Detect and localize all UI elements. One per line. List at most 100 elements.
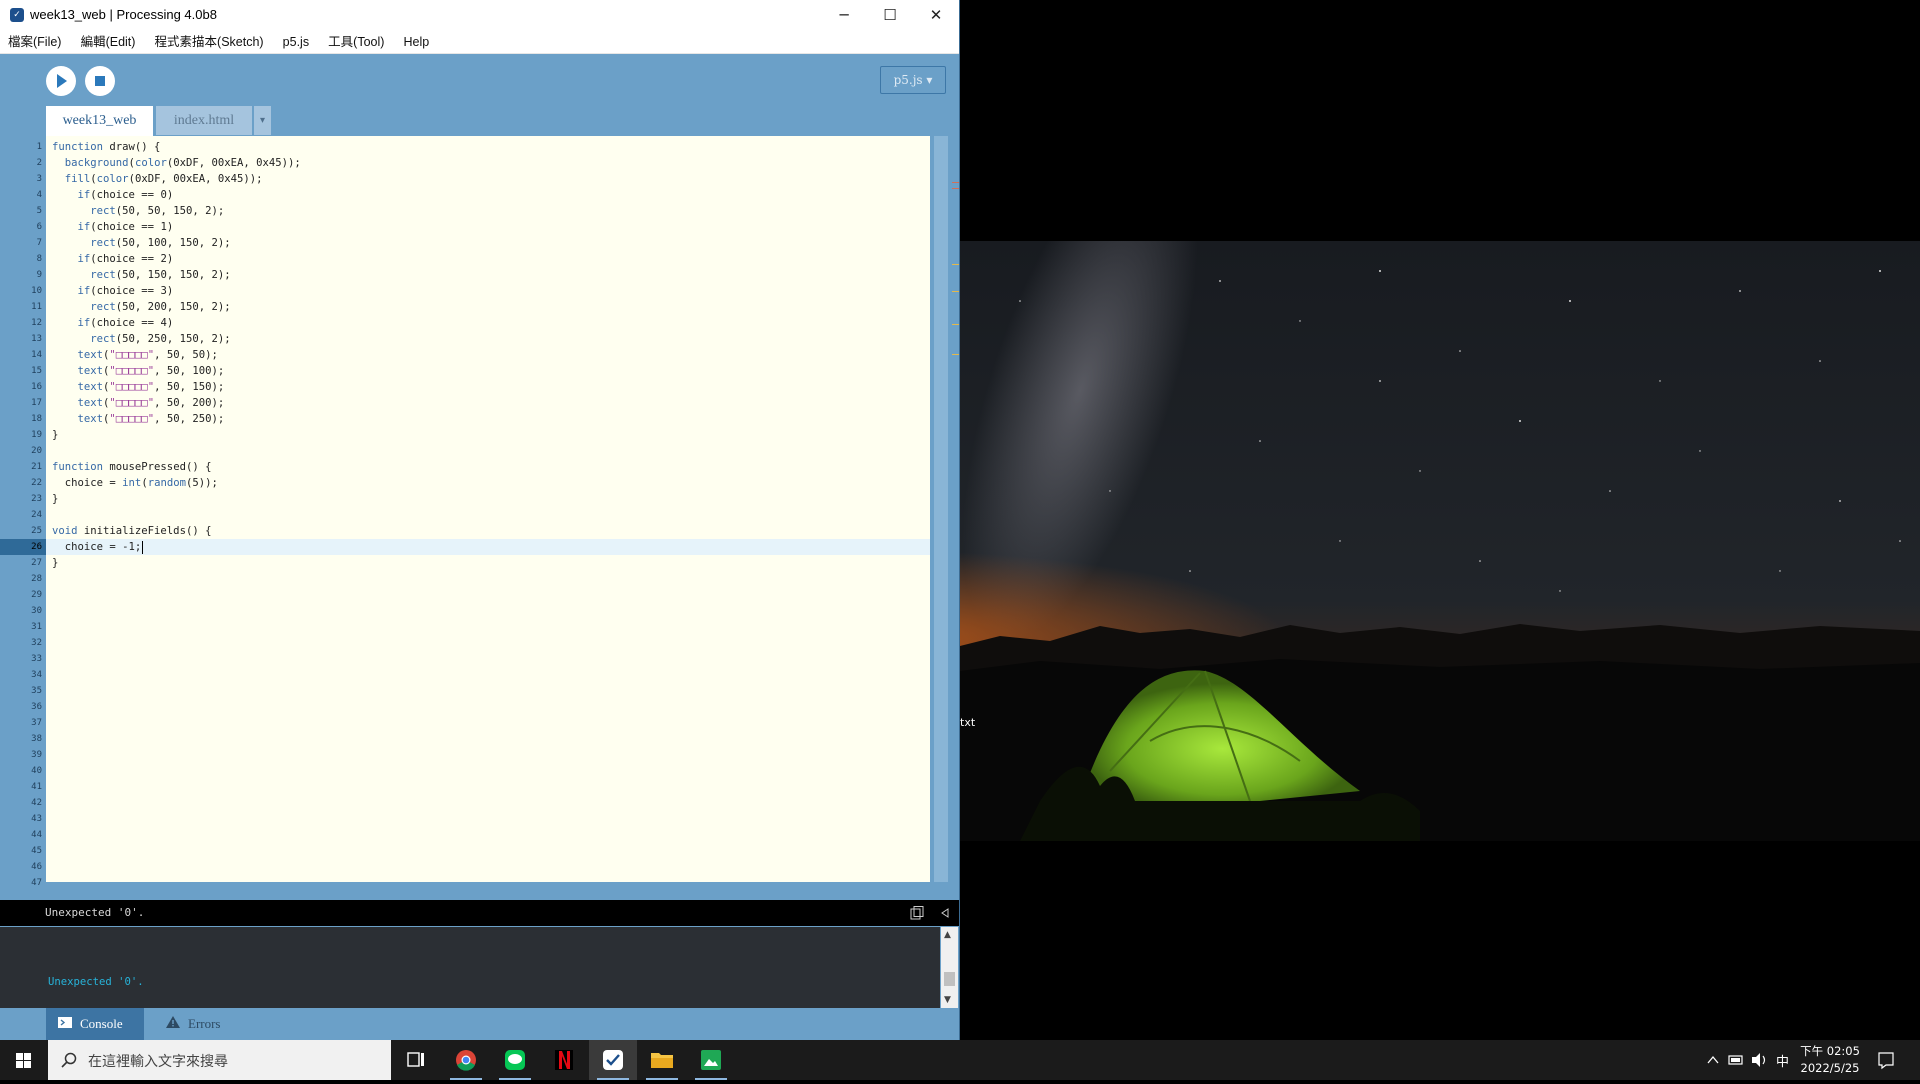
line-number: 36 xyxy=(31,702,42,712)
title-bar: ✓ week13_web | Processing 4.0b8 ─ ☐ ✕ xyxy=(0,0,959,31)
taskbar-clock[interactable]: 下午 02:05 2022/5/25 xyxy=(1795,1043,1865,1077)
taskbar-processing[interactable] xyxy=(589,1040,637,1080)
scroll-down-icon[interactable]: ▼ xyxy=(944,995,951,1005)
line-number: 18 xyxy=(31,414,42,424)
search-icon xyxy=(61,1052,77,1068)
code-line: choice = -1; xyxy=(52,541,142,553)
line-number: 5 xyxy=(36,206,42,216)
code-line: choice = int(random(5)); xyxy=(52,477,218,489)
taskbar-chrome[interactable] xyxy=(442,1040,490,1080)
minimize-button[interactable]: ─ xyxy=(821,0,867,31)
tab-index-html[interactable]: index.html xyxy=(156,106,252,135)
battery-icon[interactable] xyxy=(1727,1040,1745,1080)
photos-icon xyxy=(701,1050,721,1070)
line-number: 25 xyxy=(31,526,42,536)
line-number: 43 xyxy=(31,814,42,824)
taskbar-line[interactable] xyxy=(491,1040,539,1080)
tab-menu-button[interactable]: ▾ xyxy=(254,106,271,135)
line-number: 39 xyxy=(31,750,42,760)
menu-help[interactable]: Help xyxy=(398,31,436,53)
menu-tool[interactable]: 工具(Tool) xyxy=(322,31,390,53)
clock-date: 2022/5/25 xyxy=(1800,1061,1860,1075)
line-number: 47 xyxy=(31,878,42,888)
toolbar: p5.js ▾ xyxy=(0,54,959,106)
editor-scrollbar[interactable] xyxy=(930,136,959,882)
line-number: 35 xyxy=(31,686,42,696)
code-line: if(choice == 2) xyxy=(77,253,174,265)
copy-icon[interactable] xyxy=(910,906,924,920)
notification-center-icon[interactable] xyxy=(1876,1040,1896,1080)
code-line: } xyxy=(52,557,59,569)
code-line: fill(color(0xDF, 00xEA, 0x45)); xyxy=(64,173,263,185)
stop-icon xyxy=(95,76,105,86)
code-line: background(color(0xDF, 00xEA, 0x45)); xyxy=(64,157,301,169)
line-number: 24 xyxy=(31,510,42,520)
ime-indicator[interactable]: 中 xyxy=(1776,1051,1789,1070)
line-number: 11 xyxy=(31,302,42,312)
close-button[interactable]: ✕ xyxy=(913,0,959,31)
show-hidden-icons-icon[interactable] xyxy=(1706,1040,1720,1080)
line-number: 28 xyxy=(31,574,42,584)
line-number: 13 xyxy=(31,334,42,344)
stop-button[interactable] xyxy=(85,66,115,96)
line-number: 22 xyxy=(31,478,42,488)
taskbar-file-explorer[interactable] xyxy=(638,1040,686,1080)
warning-marker[interactable] xyxy=(952,291,959,292)
line-number: 15 xyxy=(31,366,42,376)
scrollbar-thumb[interactable] xyxy=(944,972,955,986)
error-marker[interactable] xyxy=(952,182,959,183)
task-view-button[interactable] xyxy=(392,1040,440,1080)
warning-marker[interactable] xyxy=(952,324,959,325)
code-line: text("□□□□□", 50, 50); xyxy=(77,349,218,361)
line-number: 30 xyxy=(31,606,42,616)
play-icon xyxy=(57,74,67,88)
netflix-icon xyxy=(555,1050,573,1070)
processing-icon xyxy=(603,1050,623,1070)
scrollbar-track[interactable] xyxy=(934,136,948,882)
taskbar-photos[interactable] xyxy=(687,1040,735,1080)
processing-window: ✓ week13_web | Processing 4.0b8 ─ ☐ ✕ 檔案… xyxy=(0,0,960,1040)
folder-icon xyxy=(651,1053,673,1068)
line-number: 34 xyxy=(31,670,42,680)
code-line: if(choice == 4) xyxy=(77,317,174,329)
code-line: if(choice == 3) xyxy=(77,285,174,297)
tab-console[interactable]: Console xyxy=(46,1008,144,1040)
menu-file[interactable]: 檔案(File) xyxy=(2,31,67,53)
line-number: 23 xyxy=(31,494,42,504)
line-number: 9 xyxy=(36,270,42,280)
taskbar-search-box[interactable]: 在這裡輸入文字來搜尋 xyxy=(48,1040,391,1080)
menu-sketch[interactable]: 程式素描本(Sketch) xyxy=(149,31,270,53)
menu-edit[interactable]: 編輯(Edit) xyxy=(75,31,142,53)
sketch-text-label: txt xyxy=(960,716,976,729)
camping-night-sky-image xyxy=(960,241,1920,841)
warning-marker[interactable] xyxy=(952,354,959,355)
line-number: 19 xyxy=(31,430,42,440)
run-button[interactable] xyxy=(46,66,76,96)
line-number: 8 xyxy=(36,254,42,264)
code-line: } xyxy=(52,429,59,441)
error-marker[interactable] xyxy=(952,188,959,189)
volume-icon[interactable] xyxy=(1750,1040,1768,1080)
tab-errors[interactable]: Errors xyxy=(154,1008,234,1040)
menu-p5js[interactable]: p5.js xyxy=(277,31,315,53)
start-button[interactable] xyxy=(0,1040,48,1080)
taskbar-netflix[interactable] xyxy=(540,1040,588,1080)
mode-selector[interactable]: p5.js ▾ xyxy=(880,66,946,94)
maximize-button[interactable]: ☐ xyxy=(867,0,913,31)
collapse-console-icon[interactable] xyxy=(940,908,950,918)
line-number: 45 xyxy=(31,846,42,856)
console-scrollbar[interactable]: ▲ ▼ xyxy=(941,927,958,1008)
scroll-up-icon[interactable]: ▲ xyxy=(944,930,951,940)
line-number: 26 xyxy=(31,542,42,552)
terminal-icon xyxy=(58,1008,72,1040)
windows-logo-icon xyxy=(16,1053,31,1068)
code-line: if(choice == 0) xyxy=(77,189,174,201)
line-number: 3 xyxy=(36,174,42,184)
code-line: function mousePressed() { xyxy=(52,461,212,473)
warning-marker[interactable] xyxy=(952,264,959,265)
line-number: 7 xyxy=(36,238,42,248)
console-line: Unexpected '0'. xyxy=(48,976,144,988)
tab-week13-web[interactable]: week13_web xyxy=(46,106,153,136)
code-editor[interactable]: function draw() { background(color(0xDF,… xyxy=(46,136,930,882)
line-number: 14 xyxy=(31,350,42,360)
